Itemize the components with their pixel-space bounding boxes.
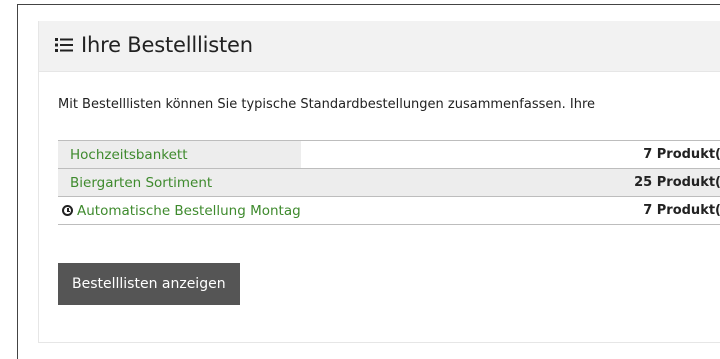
- product-count: 7 Produkt(: [300, 140, 720, 169]
- card-title: Ihre Bestelllisten: [81, 33, 253, 57]
- list-link-hochzeitsbankett[interactable]: Hochzeitsbankett: [70, 147, 188, 163]
- table-row: Hochzeitsbankett 7 Produkt(: [58, 140, 720, 169]
- product-count: 7 Produkt(: [300, 196, 720, 225]
- card-header: Ihre Bestelllisten: [39, 21, 720, 72]
- clock-icon: [62, 204, 73, 216]
- order-lists-card: Ihre Bestelllisten Mit Bestelllisten kön…: [38, 21, 720, 343]
- list-link-automatische-bestellung-montag[interactable]: Automatische Bestellung Montag: [77, 203, 301, 219]
- show-order-lists-button[interactable]: Bestelllisten anzeigen: [58, 263, 240, 305]
- table-row: Automatische Bestellung Montag 7 Produkt…: [58, 196, 720, 225]
- list-name-cell: Hochzeitsbankett: [58, 140, 301, 169]
- list-name-cell: Automatische Bestellung Montag: [58, 196, 301, 225]
- page: Ihre Bestelllisten Mit Bestelllisten kön…: [0, 0, 720, 359]
- list-name-cell: Biergarten Sortiment: [58, 168, 301, 197]
- product-count: 25 Produkt(: [300, 168, 720, 197]
- list-icon: [55, 38, 73, 52]
- order-lists-table: Hochzeitsbankett 7 Produkt( Biergarten S…: [58, 140, 720, 225]
- table-row: Biergarten Sortiment 25 Produkt(: [58, 168, 720, 197]
- list-link-biergarten-sortiment[interactable]: Biergarten Sortiment: [70, 175, 212, 191]
- intro-text: Mit Bestelllisten können Sie typische St…: [58, 97, 596, 112]
